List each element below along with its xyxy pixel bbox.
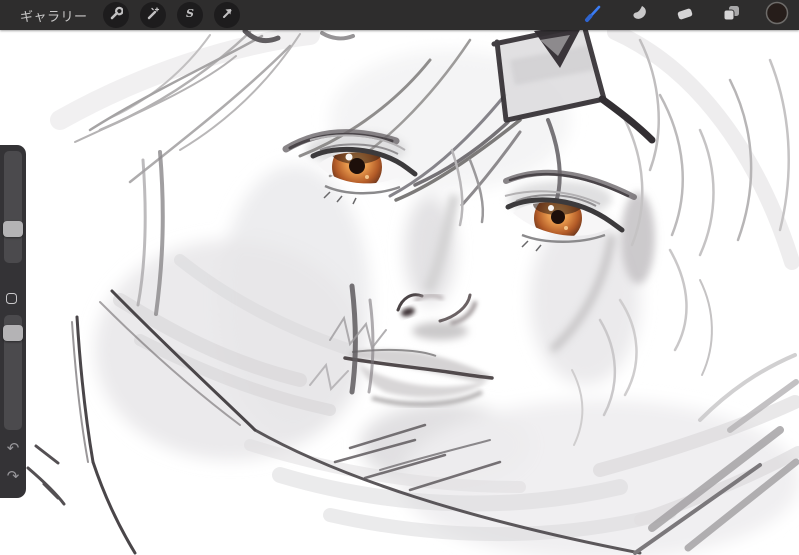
svg-text:S: S	[186, 7, 194, 20]
right-tool-group	[582, 1, 789, 26]
modify-button[interactable]	[6, 293, 17, 304]
canvas-artwork[interactable]	[0, 30, 799, 555]
color-button[interactable]	[765, 1, 789, 26]
layers-icon	[720, 2, 742, 29]
smudge-icon	[628, 2, 650, 29]
left-tool-group: S	[102, 2, 240, 28]
magic-wand-icon	[146, 6, 160, 25]
adjustments-button[interactable]	[139, 2, 166, 28]
transform-button[interactable]	[213, 2, 240, 28]
brush-size-slider[interactable]	[4, 151, 22, 263]
eraser-icon	[674, 2, 696, 29]
actions-button[interactable]	[102, 2, 129, 28]
redo-icon[interactable]: ↷	[0, 467, 26, 485]
color-swatch-circle	[765, 1, 789, 30]
undo-icon[interactable]: ↶	[0, 439, 26, 457]
brush-sidebar: ↶ ↷	[0, 145, 26, 498]
selection-s-icon: S	[183, 6, 197, 25]
brush-icon	[582, 2, 604, 29]
paint-tool-button[interactable]	[582, 4, 604, 26]
brush-size-slider-handle[interactable]	[3, 220, 23, 237]
brush-opacity-slider-handle[interactable]	[3, 325, 23, 342]
wrench-icon	[109, 6, 124, 25]
transform-arrow-icon	[220, 6, 234, 25]
gallery-button[interactable]: ギャラリー	[20, 6, 88, 25]
smudge-tool-button[interactable]	[628, 4, 650, 26]
top-toolbar: ギャラリー S	[0, 0, 799, 30]
selection-button[interactable]: S	[176, 2, 203, 28]
layers-button[interactable]	[720, 4, 742, 26]
eraser-tool-button[interactable]	[674, 4, 696, 26]
